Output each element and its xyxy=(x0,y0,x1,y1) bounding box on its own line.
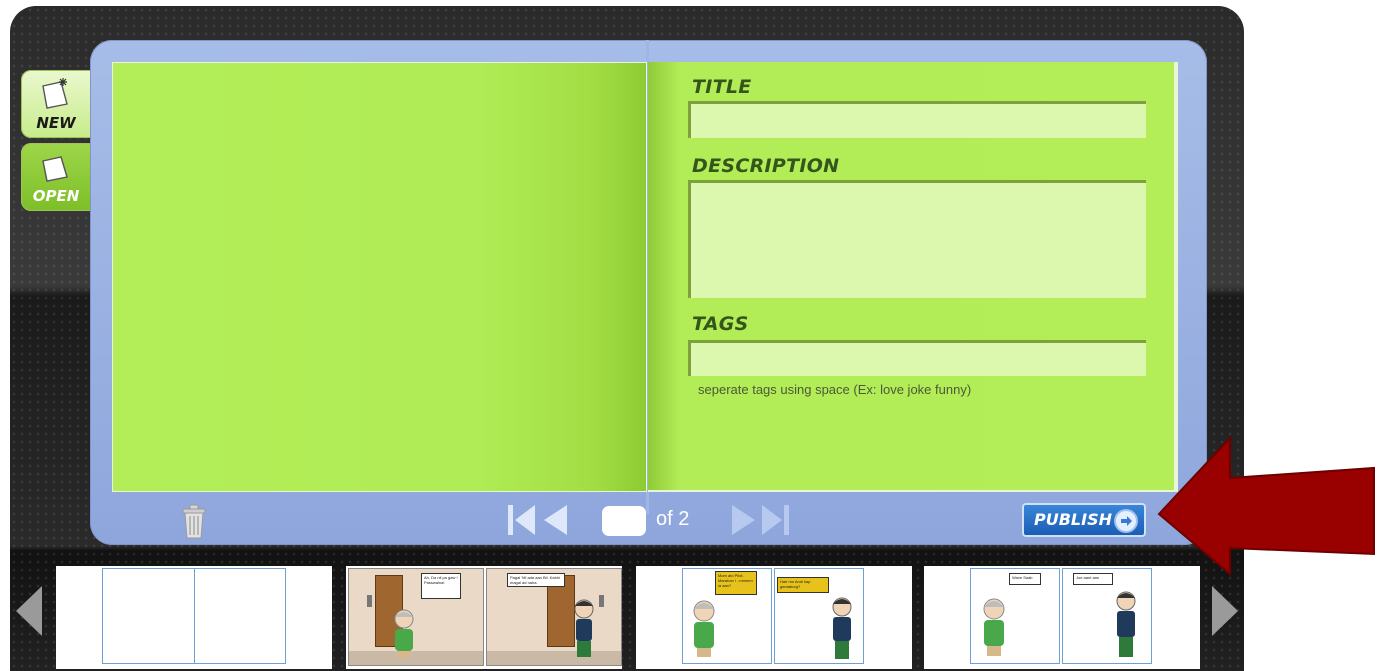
trash-icon[interactable] xyxy=(180,502,208,540)
new-page-icon xyxy=(42,78,68,109)
strip-right-arrow-icon[interactable] xyxy=(1210,584,1240,638)
next-page-icon[interactable] xyxy=(731,504,757,536)
speech-bubble: Hair mo Andi kap gamaburg? xyxy=(777,577,829,593)
publish-label: PUBLISH xyxy=(1034,510,1112,529)
speech-bubble: Wave Saab xyxy=(1009,573,1041,585)
open-page-icon xyxy=(42,156,68,182)
thumbnail-3[interactable]: Mom ato Pilot. Marahan ! ..mmmm ia aan? … xyxy=(636,566,912,669)
tags-input[interactable] xyxy=(688,340,1146,376)
thumbnail-panel: Mom ato Pilot. Marahan ! ..mmmm ia aan? xyxy=(682,568,772,664)
book-right-page: TITLE DESCRIPTION TAGS seperate tags usi… xyxy=(648,62,1178,492)
page-number-input[interactable] xyxy=(602,506,646,536)
grandma-character xyxy=(693,600,715,657)
first-page-icon[interactable] xyxy=(508,504,536,536)
thumbnail-scene-left: Ah, Da nil pa gaw ! Passwalna! xyxy=(348,568,484,666)
title-label: TITLE xyxy=(692,76,752,98)
thumbnail-strip: Ah, Da nil pa gaw ! Passwalna! Pagal 'Mi… xyxy=(10,548,1244,671)
description-label: DESCRIPTION xyxy=(692,155,840,177)
new-label: NEW xyxy=(36,114,76,132)
annotation-arrow-icon xyxy=(1157,436,1375,576)
storybook-app: NEW OPEN TITLE DESCRIPTION TAGS seperate… xyxy=(10,6,1244,671)
last-page-icon[interactable] xyxy=(761,504,789,536)
thumbnail-panel xyxy=(102,568,286,664)
boy-character xyxy=(1116,591,1136,657)
tags-hint: seperate tags using space (Ex: love joke… xyxy=(698,382,972,397)
speech-bubble: Joe aant aan xyxy=(1073,573,1113,585)
strip-left-arrow-icon[interactable] xyxy=(14,584,44,638)
description-input[interactable] xyxy=(688,180,1146,298)
tags-label: TAGS xyxy=(692,313,749,335)
page-count-label: of 2 xyxy=(656,508,690,530)
previous-page-icon[interactable] xyxy=(542,504,568,536)
speech-bubble: Pagal 'Mi ada aan Bil. Kabhi magal ad na… xyxy=(507,573,565,587)
book-left-page xyxy=(112,62,647,492)
grandma-character xyxy=(394,609,414,658)
title-input[interactable] xyxy=(688,101,1146,138)
thumbnail-panel: Hair mo Andi kap gamaburg? xyxy=(774,568,864,664)
thumbnail-panel: Joe aant aan xyxy=(1062,568,1152,664)
book-controls: of 2 PUBLISH xyxy=(90,494,1207,544)
open-label: OPEN xyxy=(32,187,80,205)
publish-button[interactable]: PUBLISH xyxy=(1022,503,1146,537)
thumbnail-panel: Wave Saab xyxy=(970,568,1060,664)
thumbnail-4[interactable]: Wave Saab Joe aant aan xyxy=(924,566,1200,669)
grandma-character xyxy=(983,598,1005,656)
panel-divider xyxy=(194,569,195,663)
boy-character xyxy=(574,599,594,657)
speech-bubble: Ah, Da nil pa gaw ! Passwalna! xyxy=(421,573,461,599)
thumbnail-1[interactable] xyxy=(56,566,332,669)
arrow-right-icon xyxy=(1116,511,1136,531)
open-button[interactable]: OPEN xyxy=(21,143,91,211)
thumbnail-scene-right: Pagal 'Mi ada aan Bil. Kabhi magal ad na… xyxy=(486,568,622,666)
speech-bubble: Mom ato Pilot. Marahan ! ..mmmm ia aan? xyxy=(715,571,757,595)
thumbnail-2[interactable]: Ah, Da nil pa gaw ! Passwalna! Pagal 'Mi… xyxy=(346,566,622,669)
new-button[interactable]: NEW xyxy=(21,70,91,138)
boy-character xyxy=(832,597,852,659)
book-frame: TITLE DESCRIPTION TAGS seperate tags usi… xyxy=(90,40,1207,545)
